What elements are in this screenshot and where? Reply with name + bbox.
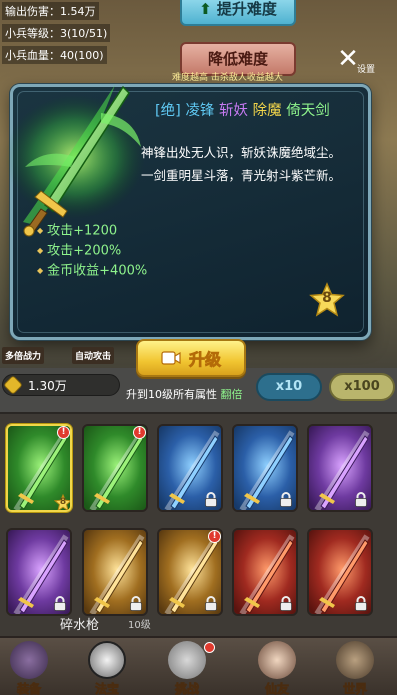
close-icon: ✕ [337,44,359,74]
armor-icon [10,641,48,679]
weapon-description: 神锋出处无人识，斩妖诛魔绝域尘。 一剑重明星斗落，青光射斗紫芒新。 [141,141,366,187]
weapon-title-part: 斩妖 [219,103,249,119]
description-line: 一剑重明星斗落，青光射斗紫芒新。 [141,168,342,183]
difficulty-hint: 难度越高 击杀敌人收益越大 [172,73,283,83]
companions-icon [258,641,296,679]
lock-icon [279,492,293,507]
upgrade-label: 升级 [188,350,222,370]
bonus-item: 攻击+200% [37,241,147,261]
gold-amount: 1.30万 [28,378,67,393]
equipment-card-purple-ice-sword[interactable] [6,528,72,616]
soldier-level-stat: 小兵等级：3(10/51) [2,24,111,42]
yinyang-icon [88,641,126,679]
equipment-card-blue-ring-weapon[interactable] [157,424,223,512]
lock-icon [354,596,368,611]
bonus-item: 攻击+1200 [37,221,147,241]
soldier-hp-stat: 小兵血量：40(100) [2,46,107,64]
bottom-nav: 装备 法宝 挑战 仙友 世界 [0,636,397,695]
nav-treasure[interactable]: 法宝 [72,638,142,695]
notification-badge [204,642,215,653]
settings-label[interactable]: 设置 [357,62,375,75]
lock-icon [204,596,218,611]
weapon-level-value: 8 [322,290,332,306]
weapon-title-part: 倚天剑 [286,103,330,119]
new-badge-icon: ! [208,530,221,543]
gold-counter: 1.30万 [2,374,120,396]
weapon-title: [绝] 凌锋 斩妖 除魔 倚天剑 [155,99,330,120]
upgrade-hint-highlight: 翻倍 [220,388,243,401]
multi-power-label[interactable]: 多倍战力 [2,347,45,364]
nav-label: 仙友 [264,682,290,695]
raise-difficulty-label: 提升难度 [216,0,277,18]
nav-companions[interactable]: 仙友 [242,638,312,695]
castle-icon [336,641,374,679]
nav-label: 世界 [342,682,368,695]
weapon-title-part: 凌锋 [185,103,215,119]
weapon-level-star: 8 [309,282,345,318]
upgrade-hint: 升到10级所有属性 翻倍 [126,386,243,402]
crossed-swords-icon [168,641,206,679]
weapon-sword-image [5,85,145,237]
nav-challenge[interactable]: 挑战 [152,638,222,695]
up-arrow-icon: ⬆ [199,0,212,18]
selected-item-name: 碎水枪 [60,618,100,633]
weapon-title-part: 除魔 [252,103,282,119]
description-line: 神锋出处无人识，斩妖诛魔绝域尘。 [141,145,342,160]
lock-icon [354,492,368,507]
nav-label: 装备 [16,682,42,695]
gold-coin-icon [3,375,23,395]
damage-stat: 输出伤害：1.54万 [2,2,99,20]
bonus-item: 金币收益+400% [37,261,147,281]
equipment-card-purple-green-spear[interactable] [307,424,373,512]
lock-icon [129,596,143,611]
selected-item-level: 10级 [128,620,151,631]
equipment-card-golden-spear[interactable]: ! [157,528,223,616]
weapon-grade: [绝] [155,103,181,119]
new-badge-icon: ! [133,426,146,439]
multiplier-x100-button[interactable]: x100 [329,373,395,401]
nav-label: 法宝 [94,682,120,695]
nav-equipment[interactable]: 装备 [0,638,64,695]
card-level-star: 8 [54,494,70,510]
card-level-value: 8 [59,497,67,507]
lower-difficulty-label: 降低难度 [207,50,268,68]
nav-world[interactable]: 世界 [320,638,390,695]
lock-icon [204,492,218,507]
new-badge-icon: ! [57,426,70,439]
upgrade-button[interactable]: 升级 [136,339,246,377]
raise-difficulty-button[interactable]: ⬆ 提升难度 [180,0,296,26]
upgrade-hint-text: 升到10级所有属性 [126,388,217,401]
equipment-card-fire-axe[interactable] [232,528,298,616]
equipment-card-golden-staff[interactable] [82,528,148,616]
weapon-detail-popup: [绝] 凌锋 斩妖 除魔 倚天剑 神锋出处无人识，斩妖诛魔绝域尘。 一剑重明星斗… [5,84,371,340]
auto-attack-label[interactable]: 自动攻击 [72,347,115,364]
lock-icon [53,596,67,611]
multiplier-x10-button[interactable]: x10 [256,373,322,401]
video-icon [161,351,181,365]
lock-icon [279,596,293,611]
nav-label: 挑战 [174,682,200,695]
equipment-card-blue-spear[interactable] [232,424,298,512]
equipment-card-red-green-blade[interactable]: ! [82,424,148,512]
weapon-bonus-list: 攻击+1200 攻击+200% 金币收益+400% [37,221,147,280]
equipment-card-green-sword[interactable]: ! 8 [6,424,72,512]
equipment-card-red-sword[interactable] [307,528,373,616]
